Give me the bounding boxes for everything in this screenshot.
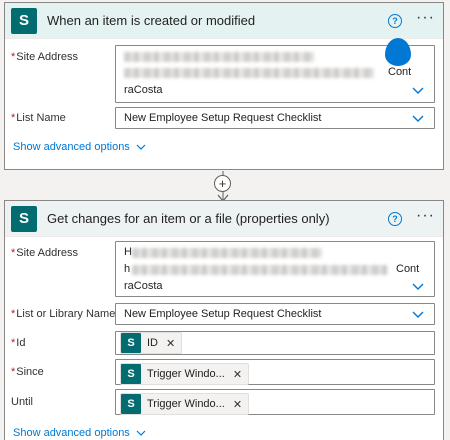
show-advanced-options-link[interactable]: Show advanced options [13, 141, 146, 153]
sharepoint-icon: S [11, 7, 37, 34]
more-options-icon[interactable]: ··· [416, 207, 435, 224]
site-address-field[interactable]: H h Cont raCosta [115, 241, 435, 297]
since-token[interactable]: S Trigger Windo... ✕ [120, 363, 250, 385]
list-name-value: New Employee Setup Request Checklist [124, 308, 322, 320]
until-token[interactable]: S Trigger Windo... ✕ [120, 393, 250, 415]
site-address-label: *Site Address [11, 51, 79, 63]
help-icon[interactable]: ? [388, 211, 403, 226]
insert-step-button[interactable]: + [214, 175, 231, 192]
redacted-text [124, 68, 374, 78]
remove-token-icon[interactable]: ✕ [233, 398, 242, 411]
redacted-text [124, 52, 314, 62]
action-card: S Get changes for an item or a file (pro… [4, 200, 444, 440]
more-options-icon[interactable]: ··· [416, 9, 435, 26]
list-name-label: *List Name [11, 112, 66, 124]
until-label: Until [11, 396, 34, 408]
site-address-value-line: raCosta [124, 280, 163, 292]
token-label: Trigger Windo... [147, 368, 225, 380]
list-name-dropdown[interactable]: New Employee Setup Request Checklist [115, 303, 435, 325]
token-label: Trigger Windo... [147, 398, 225, 410]
id-token[interactable]: S ID ✕ [120, 332, 183, 354]
site-address-value-fragment: H [124, 246, 132, 258]
redacted-text [132, 265, 388, 275]
trigger-card: S When an item is created or modified ? … [4, 2, 444, 170]
remove-token-icon[interactable]: ✕ [166, 337, 175, 350]
chevron-down-icon[interactable] [412, 280, 424, 292]
site-address-value-fragment: h [124, 263, 131, 275]
sharepoint-icon: S [121, 333, 141, 353]
help-icon[interactable]: ? [388, 13, 403, 28]
list-name-value: New Employee Setup Request Checklist [124, 112, 322, 124]
trigger-title: When an item is created or modified [47, 13, 256, 28]
list-name-dropdown[interactable]: New Employee Setup Request Checklist [115, 107, 435, 129]
action-card-header[interactable]: S Get changes for an item or a file (pro… [5, 201, 443, 237]
remove-token-icon[interactable]: ✕ [233, 368, 242, 381]
site-address-label: *Site Address [11, 247, 79, 259]
chevron-down-icon [412, 115, 424, 122]
chevron-down-icon [136, 430, 146, 436]
site-address-value-line: raCosta [124, 84, 163, 96]
sharepoint-icon: S [121, 394, 141, 414]
id-field[interactable]: S ID ✕ [115, 331, 435, 355]
action-title: Get changes for an item or a file (prope… [47, 211, 330, 226]
trigger-card-header[interactable]: S When an item is created or modified ? … [5, 3, 443, 39]
since-field[interactable]: S Trigger Windo... ✕ [115, 359, 435, 385]
cursor-highlight [385, 38, 411, 66]
since-label: *Since [11, 366, 44, 378]
redacted-text [132, 248, 322, 258]
sharepoint-icon: S [121, 364, 141, 384]
token-label: ID [147, 337, 158, 349]
list-name-label: *List or Library Name [11, 308, 116, 320]
until-field[interactable]: S Trigger Windo... ✕ [115, 389, 435, 415]
site-address-value-fragment: Cont [396, 263, 420, 275]
site-address-value-fragment: Cont [388, 66, 412, 78]
id-label: *Id [11, 337, 26, 349]
chevron-down-icon [136, 144, 146, 150]
sharepoint-icon: S [11, 205, 37, 232]
chevron-down-icon [412, 311, 424, 318]
show-advanced-options-link[interactable]: Show advanced options [13, 427, 146, 439]
chevron-down-icon[interactable] [412, 84, 424, 96]
